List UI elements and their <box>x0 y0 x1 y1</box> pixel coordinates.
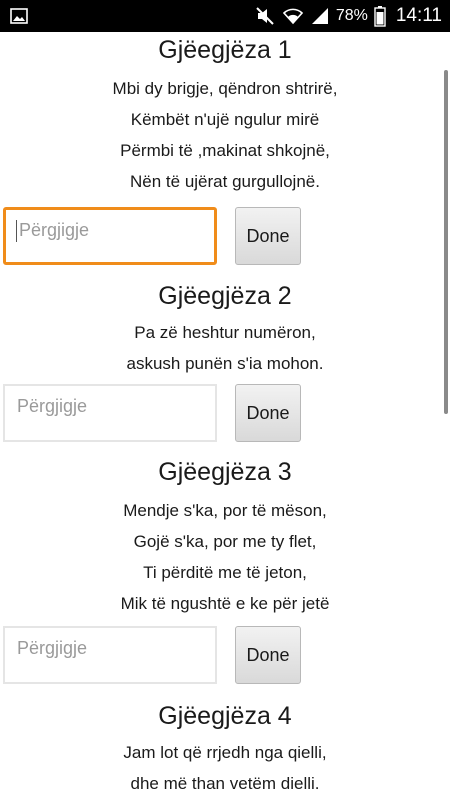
riddle-line: Mbi dy brigje, qëndron shtrirë, <box>112 79 338 98</box>
riddle-line: Jam lot që rrjedh nga qielli, <box>123 743 327 762</box>
answer-input-3[interactable]: Përgjigje <box>3 626 217 684</box>
clock: 14:11 <box>395 5 442 26</box>
riddle-4: Gjëegjëza 4 Jam lot që rrjedh nga qielli… <box>0 702 450 799</box>
riddle-title: Gjëegjëza 1 <box>158 36 292 64</box>
text-cursor <box>16 220 17 243</box>
wifi-icon <box>282 6 304 26</box>
mute-icon <box>254 6 276 26</box>
done-button-1[interactable]: Done <box>235 207 301 265</box>
scrollbar[interactable] <box>444 70 448 414</box>
answer-input-2[interactable]: Përgjigje <box>3 384 217 442</box>
riddle-line: dhe më than vetëm dielli. <box>130 774 320 793</box>
answer-row-1: Përgjigje Done <box>3 207 303 267</box>
riddle-line: Nën të ujërat gurgullojnë. <box>130 172 320 191</box>
riddle-line: Gojë s'ka, por me ty flet, <box>133 532 317 551</box>
answer-row-3: Përgjigje Done <box>3 626 303 686</box>
riddle-line: Ti përditë me të jeton, <box>143 563 307 582</box>
riddle-2: Gjëegjëza 2 Pa zë heshtur numëron, askus… <box>0 282 450 379</box>
riddle-line: Mendje s'ka, por të mëson, <box>123 501 327 520</box>
riddle-title: Gjëegjëza 4 <box>158 702 292 730</box>
riddle-line: Përmbi të ,makinat shkojnë, <box>120 141 330 160</box>
riddle-line: askush punën s'ia mohon. <box>126 354 324 373</box>
riddle-title: Gjëegjëza 3 <box>158 458 292 486</box>
answer-placeholder: Përgjigje <box>19 220 90 240</box>
done-button-2[interactable]: Done <box>235 384 301 442</box>
signal-icon <box>310 6 330 26</box>
answer-placeholder: Përgjigje <box>17 396 88 416</box>
answer-input-1[interactable]: Përgjigje <box>3 207 217 265</box>
riddle-title: Gjëegjëza 2 <box>158 282 292 310</box>
riddle-1: Gjëegjëza 1 Mbi dy brigje, qëndron shtri… <box>0 36 450 197</box>
riddle-line: Mik të ngushtë e ke për jetë <box>120 594 330 613</box>
answer-placeholder: Përgjigje <box>17 638 88 658</box>
battery-icon <box>374 5 386 27</box>
riddle-3: Gjëegjëza 3 Mendje s'ka, por të mëson, G… <box>0 458 450 619</box>
riddle-line: Këmbët n'ujë ngulur mirë <box>130 110 320 129</box>
image-icon <box>10 7 28 25</box>
riddle-list[interactable]: Gjëegjëza 1 Mbi dy brigje, qëndron shtri… <box>0 32 450 800</box>
battery-percent: 78% <box>335 7 368 24</box>
riddle-line: Pa zë heshtur numëron, <box>134 323 316 342</box>
answer-row-2: Përgjigje Done <box>3 384 303 444</box>
status-bar: 78% 14:11 <box>0 0 450 32</box>
done-button-3[interactable]: Done <box>235 626 301 684</box>
